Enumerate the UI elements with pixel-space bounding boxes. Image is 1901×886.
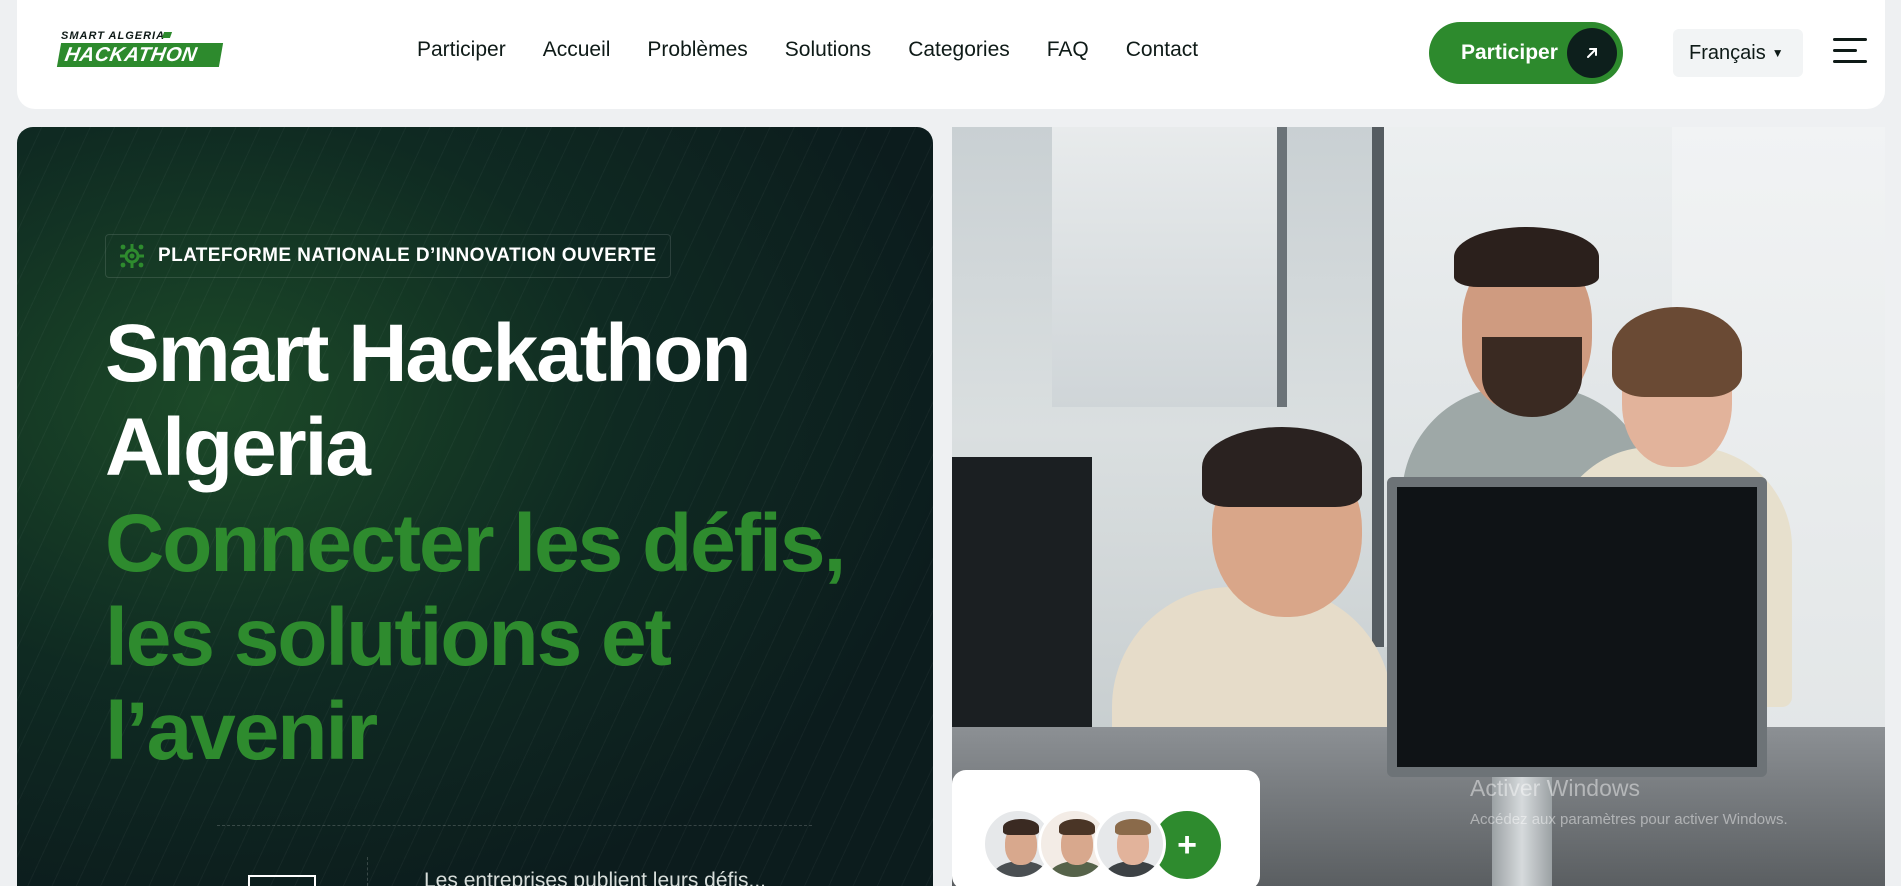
- hero-panel: PLATEFORME NATIONALE D’INNOVATION OUVERT…: [17, 127, 933, 886]
- platform-badge: PLATEFORME NATIONALE D’INNOVATION OUVERT…: [105, 234, 672, 278]
- language-selector[interactable]: Français ▼: [1673, 29, 1803, 77]
- main-navigation: Participer Accueil Problèmes Solutions C…: [417, 38, 1198, 62]
- participants-card: +: [952, 770, 1260, 886]
- nav-link-contact[interactable]: Contact: [1126, 38, 1198, 62]
- hero-title-line2: Algeria: [105, 402, 371, 493]
- hero-subtitle: Connecter les défis, les solutions et l’…: [105, 497, 905, 779]
- hero-divider: [217, 825, 812, 826]
- nav-link-accueil[interactable]: Accueil: [543, 38, 611, 62]
- hero-title-line1: Smart Hackathon: [105, 308, 751, 399]
- nav-link-categories[interactable]: Categories: [908, 38, 1010, 62]
- site-logo[interactable]: SMART ALGERIA HACKATHON: [56, 30, 227, 70]
- hamburger-menu-icon[interactable]: [1833, 38, 1867, 66]
- computer-monitor: [1387, 477, 1767, 777]
- nav-link-faq[interactable]: FAQ: [1047, 38, 1089, 62]
- logo-top-text: SMART ALGERIA: [61, 30, 166, 42]
- logo-main-text: HACKATHON: [56, 43, 224, 67]
- logo-accent: [161, 32, 173, 38]
- top-navbar: SMART ALGERIA HACKATHON Participer Accue…: [17, 0, 1885, 109]
- avatar: [1094, 808, 1166, 880]
- arrow-up-right-icon: [1567, 28, 1617, 78]
- hero-subtitle-line2: les solutions et: [105, 592, 672, 683]
- nav-link-problemes[interactable]: Problèmes: [647, 38, 747, 62]
- language-label: Français: [1689, 41, 1766, 64]
- platform-badge-text: PLATEFORME NATIONALE D’INNOVATION OUVERT…: [158, 245, 657, 266]
- gear-network-icon: [118, 242, 146, 270]
- nav-link-solutions[interactable]: Solutions: [785, 38, 871, 62]
- avatar-group: +: [982, 808, 1224, 882]
- feature-box-icon: [248, 875, 316, 886]
- hero-subtitle-line1: Connecter les défis,: [105, 498, 846, 589]
- participer-button-label: Participer: [1461, 41, 1558, 64]
- participer-button[interactable]: Participer: [1429, 22, 1623, 84]
- nav-link-participer[interactable]: Participer: [417, 38, 506, 62]
- hero-title: Smart Hackathon Algeria: [105, 307, 905, 495]
- windows-activation-title: Activer Windows: [1470, 775, 1640, 801]
- hero-description: Les entreprises publient leurs défis...: [424, 869, 767, 886]
- caret-down-icon: ▼: [1771, 46, 1784, 60]
- hero-subtitle-line3: l’avenir: [105, 686, 378, 777]
- hero-vertical-divider: [367, 857, 368, 886]
- windows-activation-subtitle: Accédez aux paramètres pour activer Wind…: [1470, 811, 1788, 828]
